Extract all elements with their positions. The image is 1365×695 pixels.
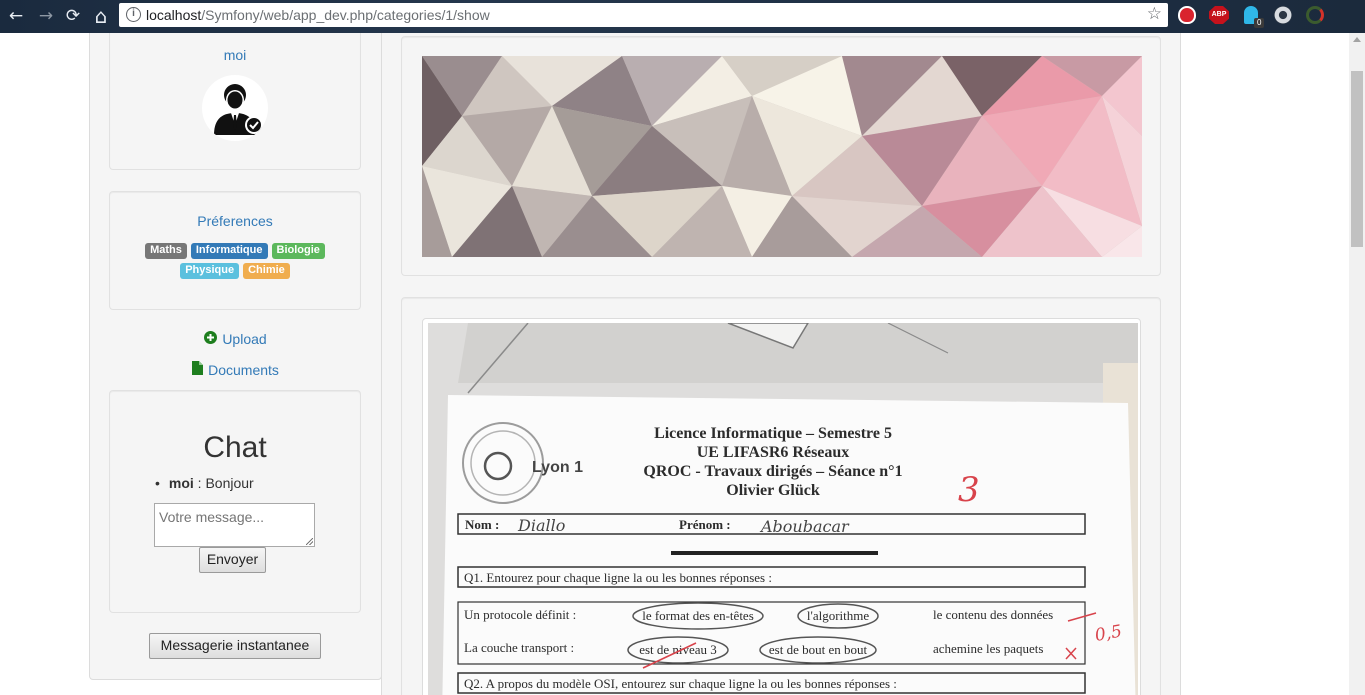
adblock-extension-icon[interactable]: ABP: [1209, 6, 1229, 24]
prenom-value: Aboubacar: [759, 517, 850, 536]
row2-option-1: est de niveau 3: [639, 642, 717, 657]
plus-circle-icon: [204, 331, 218, 347]
send-button[interactable]: Envoyer: [199, 547, 266, 573]
resize-handle-icon[interactable]: [306, 538, 313, 545]
low-poly-banner-graphic: [422, 56, 1142, 257]
chat-input-placeholder: Votre message...: [159, 509, 265, 525]
doc-heading-line-2: UE LIFASR6 Réseaux: [697, 444, 850, 461]
profile-card: moi: [109, 33, 361, 170]
back-icon[interactable]: ←: [4, 4, 28, 28]
chat-card: Chat moi : Bonjour Votre message... Envo…: [109, 390, 361, 613]
preferences-card: Préferences Maths Informatique Biologie …: [109, 191, 361, 310]
nom-value: Diallo: [517, 516, 565, 535]
row2-label: La couche transport :: [464, 640, 574, 655]
documents-label[interactable]: Documents: [208, 362, 279, 378]
tag-physique[interactable]: Physique: [180, 263, 240, 279]
preference-tags-row-2: Physique Chimie: [110, 263, 360, 279]
record-extension-icon[interactable]: [1274, 6, 1292, 24]
scrollbar-thumb[interactable]: [1351, 71, 1363, 247]
info-icon[interactable]: i: [126, 7, 141, 22]
url-text: localhost/Symfony/web/app_dev.php/catego…: [146, 7, 490, 23]
url-path: /Symfony/web/app_dev.php/categories/1/sh…: [201, 7, 490, 23]
banner-image: [422, 56, 1142, 257]
preference-tags-row-1: Maths Informatique Biologie: [110, 243, 360, 259]
forward-icon[interactable]: →: [34, 4, 58, 28]
url-host: localhost: [146, 7, 202, 23]
colorful-extension-icon[interactable]: [1306, 6, 1324, 24]
instant-messaging-button[interactable]: Messagerie instantanee: [149, 633, 321, 659]
doc-heading-line-4: Olivier Glück: [726, 482, 820, 499]
chat-message: moi : Bonjour: [155, 475, 254, 491]
document-photo: Lyon 1 Licence Informatique – Semestre 5…: [428, 323, 1138, 695]
scroll-up-arrow-icon[interactable]: [1353, 37, 1361, 42]
chat-messages: moi : Bonjour: [155, 475, 254, 491]
avatar: [202, 75, 268, 141]
user-avatar-icon: [214, 84, 263, 135]
bookmark-star-icon[interactable]: ☆: [1147, 4, 1162, 24]
shield-extension-icon[interactable]: [1178, 6, 1196, 24]
tag-biologie[interactable]: Biologie: [271, 243, 325, 259]
chat-title: Chat: [203, 431, 267, 464]
banner-panel: [401, 36, 1161, 276]
row1-option-3: le contenu des données: [933, 607, 1053, 622]
row1-label: Un protocole définit :: [464, 607, 576, 622]
address-bar[interactable]: i localhost/Symfony/web/app_dev.php/cate…: [119, 3, 1168, 27]
tag-informatique[interactable]: Informatique: [190, 243, 268, 259]
documents-link[interactable]: Documents: [89, 361, 382, 378]
file-icon: [192, 361, 204, 378]
tag-chimie[interactable]: Chimie: [243, 263, 290, 279]
doc-heading-line-3: QROC - Travaux dirigés – Séance n°1: [643, 463, 902, 480]
document-panel: Lyon 1 Licence Informatique – Semestre 5…: [401, 297, 1161, 695]
prenom-label: Prénom :: [679, 517, 731, 532]
reload-icon[interactable]: ⟳: [61, 4, 85, 28]
chat-message-author: moi: [168, 475, 194, 491]
nom-label: Nom :: [465, 517, 499, 532]
chat-message-input[interactable]: Votre message...: [154, 503, 315, 547]
row1-option-1: le format des en-têtes: [642, 608, 754, 623]
question-1: Q1. Entourez pour chaque ligne la ou les…: [464, 570, 772, 585]
extension-badge: 0: [1254, 18, 1265, 28]
row2-option-3: achemine les paquets: [933, 641, 1043, 656]
question-2: Q2. A propos du modèle OSI, entourez sur…: [464, 676, 897, 691]
document-logo-text: Lyon 1: [532, 459, 583, 476]
tag-maths[interactable]: Maths: [145, 243, 187, 259]
doc-heading-line-1: Licence Informatique – Semestre 5: [654, 425, 892, 442]
upload-link[interactable]: Upload: [89, 331, 382, 347]
upload-label[interactable]: Upload: [222, 331, 266, 347]
document-thumbnail[interactable]: Lyon 1 Licence Informatique – Semestre 5…: [422, 318, 1141, 695]
browser-toolbar: ← → ⟳ ⌂ i localhost/Symfony/web/app_dev.…: [0, 0, 1365, 33]
chat-message-text: : Bonjour: [193, 475, 254, 491]
grade-mark: 3: [958, 470, 980, 510]
profile-username[interactable]: moi: [110, 47, 360, 63]
row1-option-2: l'algorithme: [807, 608, 870, 623]
home-icon[interactable]: ⌂: [89, 4, 113, 28]
page-scrollbar[interactable]: [1349, 33, 1365, 695]
page-content: moi Préferences Maths Informatique Biolo…: [0, 33, 1349, 695]
exam-sheet-image: Lyon 1 Licence Informatique – Semestre 5…: [428, 323, 1138, 695]
preferences-title[interactable]: Préferences: [110, 213, 360, 229]
row2-option-2: est de bout en bout: [769, 642, 868, 657]
